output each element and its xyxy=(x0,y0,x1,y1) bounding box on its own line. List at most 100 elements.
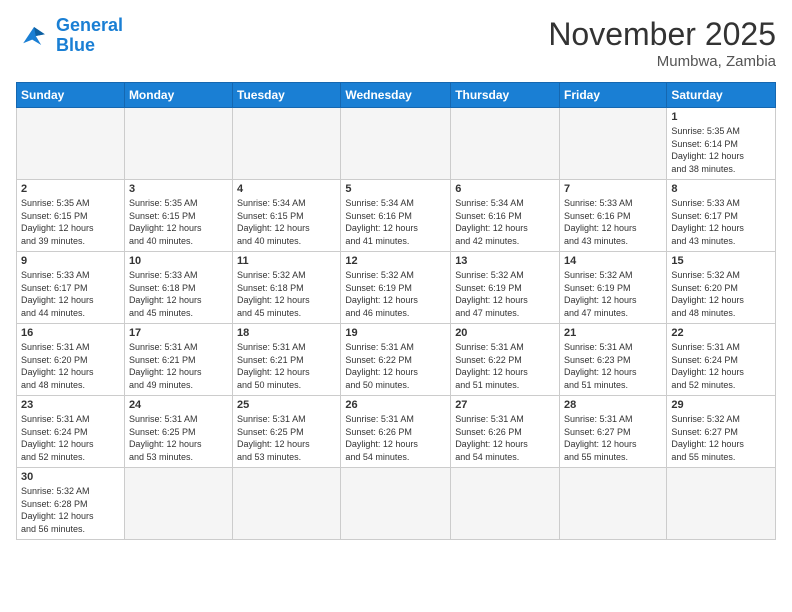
week-row-1: 1Sunrise: 5:35 AMSunset: 6:14 PMDaylight… xyxy=(17,108,776,180)
day-number: 14 xyxy=(564,255,662,267)
calendar-cell: 23 Sunrise: 5:31 AMSunset: 6:24 PMDayligh… xyxy=(17,396,125,468)
day-number: 20 xyxy=(455,327,555,339)
calendar-cell: 13 Sunrise: 5:32 AMSunset: 6:19 PMDayligh… xyxy=(451,252,560,324)
day-number: 3 xyxy=(129,183,228,195)
calendar-cell xyxy=(341,108,451,180)
week-row-4: 16Sunrise: 5:31 AMSunset: 6:20 PMDayligh… xyxy=(17,324,776,396)
day-number: 8 xyxy=(671,183,771,195)
weekday-header-wednesday: Wednesday xyxy=(341,83,451,108)
day-info: Sunrise: 5:32 AMSunset: 6:27 PMDaylight:… xyxy=(671,413,771,463)
day-info: Sunrise: 5:31 AMSunset: 6:21 PMDaylight:… xyxy=(237,341,336,391)
calendar-cell: 15 Sunrise: 5:32 AMSunset: 6:20 PMDayligh… xyxy=(667,252,776,324)
calendar-cell: 25Sunrise: 5:31 AMSunset: 6:25 PMDayligh… xyxy=(233,396,341,468)
day-number: 13 xyxy=(455,255,555,267)
day-info: Sunrise: 5:33 AMSunset: 6:17 PMDaylight:… xyxy=(21,269,120,319)
weekday-header-tuesday: Tuesday xyxy=(233,83,341,108)
month-title: November 2025 xyxy=(548,16,776,53)
day-info: Sunrise: 5:32 AMSunset: 6:19 PMDaylight:… xyxy=(455,269,555,319)
day-info: Sunrise: 5:32 AMSunset: 6:19 PMDaylight:… xyxy=(345,269,446,319)
day-number: 23 xyxy=(21,399,120,411)
week-row-2: 2 Sunrise: 5:35 AMSunset: 6:15 PMDaylight… xyxy=(17,180,776,252)
day-number: 9 xyxy=(21,255,120,267)
day-number: 30 xyxy=(21,471,120,483)
day-number: 4 xyxy=(237,183,336,195)
day-info: Sunrise: 5:32 AMSunset: 6:18 PMDaylight:… xyxy=(237,269,336,319)
day-number: 25 xyxy=(237,399,336,411)
day-info: Sunrise: 5:31 AMSunset: 6:22 PMDaylight:… xyxy=(345,341,446,391)
day-info: Sunrise: 5:33 AMSunset: 6:18 PMDaylight:… xyxy=(129,269,228,319)
day-info: Sunrise: 5:31 AMSunset: 6:26 PMDaylight:… xyxy=(455,413,555,463)
day-number: 27 xyxy=(455,399,555,411)
calendar-cell: 16Sunrise: 5:31 AMSunset: 6:20 PMDayligh… xyxy=(17,324,125,396)
day-info: Sunrise: 5:34 AMSunset: 6:16 PMDaylight:… xyxy=(455,197,555,247)
day-info: Sunrise: 5:32 AMSunset: 6:20 PMDaylight:… xyxy=(671,269,771,319)
day-info: Sunrise: 5:31 AMSunset: 6:25 PMDaylight:… xyxy=(129,413,228,463)
calendar-cell xyxy=(560,468,667,540)
day-number: 22 xyxy=(671,327,771,339)
day-number: 15 xyxy=(671,255,771,267)
calendar-cell: 29Sunrise: 5:32 AMSunset: 6:27 PMDayligh… xyxy=(667,396,776,468)
day-number: 2 xyxy=(21,183,120,195)
calendar-cell xyxy=(560,108,667,180)
weekday-header-sunday: Sunday xyxy=(17,83,125,108)
calendar-cell: 30 Sunrise: 5:32 AMSunset: 6:28 PMDayligh… xyxy=(17,468,125,540)
day-info: Sunrise: 5:34 AMSunset: 6:16 PMDaylight:… xyxy=(345,197,446,247)
weekday-header-monday: Monday xyxy=(124,83,232,108)
day-number: 21 xyxy=(564,327,662,339)
day-number: 10 xyxy=(129,255,228,267)
day-number: 28 xyxy=(564,399,662,411)
calendar-cell: 24Sunrise: 5:31 AMSunset: 6:25 PMDayligh… xyxy=(124,396,232,468)
day-info: Sunrise: 5:31 AMSunset: 6:26 PMDaylight:… xyxy=(345,413,446,463)
calendar-cell: 27 Sunrise: 5:31 AMSunset: 6:26 PMDayligh… xyxy=(451,396,560,468)
calendar-cell: 7 Sunrise: 5:33 AMSunset: 6:16 PMDaylight… xyxy=(560,180,667,252)
calendar-cell xyxy=(17,108,125,180)
day-info: Sunrise: 5:33 AMSunset: 6:16 PMDaylight:… xyxy=(564,197,662,247)
calendar-cell: 18 Sunrise: 5:31 AMSunset: 6:21 PMDayligh… xyxy=(233,324,341,396)
day-number: 18 xyxy=(237,327,336,339)
day-number: 26 xyxy=(345,399,446,411)
day-info: Sunrise: 5:31 AMSunset: 6:20 PMDaylight:… xyxy=(21,341,120,391)
calendar-cell: 4 Sunrise: 5:34 AMSunset: 6:15 PMDaylight… xyxy=(233,180,341,252)
day-info: Sunrise: 5:31 AMSunset: 6:24 PMDaylight:… xyxy=(21,413,120,463)
day-info: Sunrise: 5:31 AMSunset: 6:24 PMDaylight:… xyxy=(671,341,771,391)
calendar-cell xyxy=(124,468,232,540)
calendar-cell xyxy=(124,108,232,180)
day-number: 11 xyxy=(237,255,336,267)
calendar-cell: 1Sunrise: 5:35 AMSunset: 6:14 PMDaylight… xyxy=(667,108,776,180)
location: Mumbwa, Zambia xyxy=(548,53,776,70)
page-header: General Blue November 2025 Mumbwa, Zambi… xyxy=(16,16,776,70)
day-info: Sunrise: 5:31 AMSunset: 6:21 PMDaylight:… xyxy=(129,341,228,391)
day-info: Sunrise: 5:35 AMSunset: 6:15 PMDaylight:… xyxy=(21,197,120,247)
week-row-5: 23 Sunrise: 5:31 AMSunset: 6:24 PMDayligh… xyxy=(17,396,776,468)
calendar-cell xyxy=(341,468,451,540)
calendar-cell: 9 Sunrise: 5:33 AMSunset: 6:17 PMDaylight… xyxy=(17,252,125,324)
title-block: November 2025 Mumbwa, Zambia xyxy=(548,16,776,70)
calendar-cell: 10 Sunrise: 5:33 AMSunset: 6:18 PMDayligh… xyxy=(124,252,232,324)
calendar-cell: 28Sunrise: 5:31 AMSunset: 6:27 PMDayligh… xyxy=(560,396,667,468)
day-info: Sunrise: 5:34 AMSunset: 6:15 PMDaylight:… xyxy=(237,197,336,247)
calendar-cell: 8Sunrise: 5:33 AMSunset: 6:17 PMDaylight… xyxy=(667,180,776,252)
calendar-table: SundayMondayTuesdayWednesdayThursdayFrid… xyxy=(16,82,776,540)
calendar-cell xyxy=(451,108,560,180)
calendar-cell: 2 Sunrise: 5:35 AMSunset: 6:15 PMDaylight… xyxy=(17,180,125,252)
calendar-cell: 5 Sunrise: 5:34 AMSunset: 6:16 PMDaylight… xyxy=(341,180,451,252)
day-number: 7 xyxy=(564,183,662,195)
logo-text: General Blue xyxy=(56,16,123,56)
day-info: Sunrise: 5:32 AMSunset: 6:19 PMDaylight:… xyxy=(564,269,662,319)
calendar-cell xyxy=(233,108,341,180)
calendar-cell: 21Sunrise: 5:31 AMSunset: 6:23 PMDayligh… xyxy=(560,324,667,396)
calendar-cell: 12 Sunrise: 5:32 AMSunset: 6:19 PMDayligh… xyxy=(341,252,451,324)
calendar-cell: 20Sunrise: 5:31 AMSunset: 6:22 PMDayligh… xyxy=(451,324,560,396)
day-info: Sunrise: 5:32 AMSunset: 6:28 PMDaylight:… xyxy=(21,485,120,535)
calendar-cell: 3 Sunrise: 5:35 AMSunset: 6:15 PMDaylight… xyxy=(124,180,232,252)
weekday-header-thursday: Thursday xyxy=(451,83,560,108)
day-number: 17 xyxy=(129,327,228,339)
calendar-cell: 14 Sunrise: 5:32 AMSunset: 6:19 PMDayligh… xyxy=(560,252,667,324)
calendar-cell xyxy=(451,468,560,540)
calendar-cell: 11 Sunrise: 5:32 AMSunset: 6:18 PMDayligh… xyxy=(233,252,341,324)
day-info: Sunrise: 5:35 AMSunset: 6:15 PMDaylight:… xyxy=(129,197,228,247)
calendar-cell xyxy=(667,468,776,540)
day-number: 5 xyxy=(345,183,446,195)
calendar-cell: 6Sunrise: 5:34 AMSunset: 6:16 PMDaylight… xyxy=(451,180,560,252)
day-number: 12 xyxy=(345,255,446,267)
